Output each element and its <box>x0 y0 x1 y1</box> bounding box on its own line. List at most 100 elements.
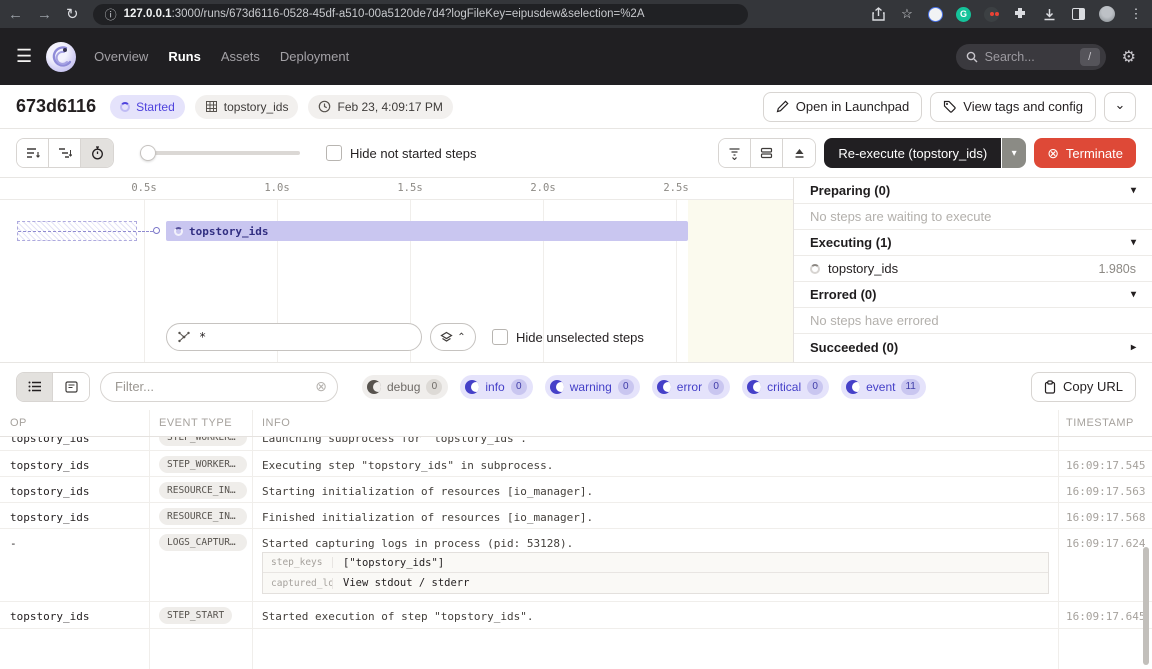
terminate-button[interactable]: ⊗ Terminate <box>1034 138 1136 168</box>
profile-avatar[interactable] <box>1099 6 1115 22</box>
gantt-prep-hatch-bar <box>17 221 137 241</box>
log-structured-view-button[interactable] <box>53 373 89 401</box>
browser-address-bar[interactable]: ⓘ 127.0.0.1:3000/runs/673d6116-0528-45df… <box>93 4 748 25</box>
toggle-knob-icon <box>367 380 381 394</box>
gantt-chart: 0.5s 1.0s 1.5s 2.0s 2.5s topstory_ids ⌃ … <box>0 178 793 363</box>
toggle-knob-icon <box>846 380 860 394</box>
log-level-toggles: debug 0 info 0 warning 0 error 0 critica… <box>362 375 926 399</box>
caret-down-icon: ▾ <box>1131 237 1136 248</box>
downloads-icon[interactable] <box>1041 6 1057 22</box>
gantt-connector-line <box>138 231 153 232</box>
extension-clock-icon[interactable] <box>928 7 943 22</box>
level-toggle-event[interactable]: event 11 <box>841 375 926 399</box>
run-id: 673d6116 <box>16 96 96 117</box>
toggle-knob-icon <box>657 380 671 394</box>
browser-menu-icon[interactable]: ⋮ <box>1128 6 1144 22</box>
chevron-up-icon: ⌃ <box>457 332 465 343</box>
gantt-step-bar[interactable]: topstory_ids <box>166 221 688 241</box>
dagster-logo[interactable] <box>46 42 76 72</box>
log-row[interactable]: topstory_ids RESOURCE_INIT_SUCCESS Finis… <box>0 503 1152 529</box>
global-search[interactable]: Search... / <box>956 44 1106 70</box>
clipboard-icon <box>1044 380 1056 394</box>
share-icon[interactable] <box>870 6 886 22</box>
log-scrollbar-thumb[interactable] <box>1143 547 1149 665</box>
metadata-row: step_keys ["topstory_ids"] <box>263 553 1048 573</box>
section-errored[interactable]: Errored (0) ▾ <box>794 282 1152 308</box>
event-type-badge: RESOURCE_INIT_STARTED <box>159 482 247 499</box>
log-row[interactable]: topstory_ids STEP_WORKER_STARTING Launch… <box>0 437 1152 451</box>
section-preparing[interactable]: Preparing (0) ▾ <box>794 178 1152 204</box>
level-toggle-debug[interactable]: debug 0 <box>362 375 448 399</box>
section-executing[interactable]: Executing (1) ▾ <box>794 230 1152 256</box>
nav-item-overview[interactable]: Overview <box>94 49 148 64</box>
log-row[interactable]: topstory_ids STEP_WORKER_STARTED Executi… <box>0 451 1152 477</box>
nav-item-deployment[interactable]: Deployment <box>280 49 349 64</box>
slider-track <box>140 151 300 155</box>
extension-dark-icon[interactable] <box>984 7 999 22</box>
event-type-badge: STEP_START <box>159 607 232 624</box>
view-stdout-stderr-link[interactable]: View stdout / stderr <box>333 577 479 589</box>
hide-not-started-label: Hide not started steps <box>350 146 476 161</box>
view-timed-button[interactable] <box>81 139 113 167</box>
bookmark-star-icon[interactable]: ☆ <box>899 6 915 22</box>
view-tags-config-button[interactable]: View tags and config <box>930 92 1096 122</box>
log-list-view-button[interactable] <box>17 373 53 401</box>
graph-query-toggle-button[interactable]: ⌃ <box>430 323 476 351</box>
extension-grammarly-icon[interactable]: G <box>956 7 971 22</box>
step-selector-input[interactable] <box>199 330 411 344</box>
copy-url-button[interactable]: Copy URL <box>1031 372 1136 402</box>
metadata-row: captured_logs View stdout / stderr <box>263 573 1048 593</box>
preparing-empty-text: No steps are waiting to execute <box>794 204 1152 230</box>
hide-not-started-checkbox[interactable] <box>326 145 342 161</box>
section-succeeded[interactable]: Succeeded (0) ▸ <box>794 334 1152 360</box>
reexecute-dropdown-button[interactable]: ▾ <box>1002 138 1026 168</box>
view-flat-list-button[interactable] <box>17 139 49 167</box>
log-filter-input[interactable] <box>115 379 315 394</box>
url-host: 127.0.0.1 <box>124 8 172 20</box>
layers-icon <box>440 331 453 344</box>
view-waterfall-button[interactable] <box>49 139 81 167</box>
extensions-puzzle-icon[interactable] <box>1012 6 1028 22</box>
job-grid-icon <box>205 100 218 113</box>
filter-funnel-button[interactable] <box>719 139 751 167</box>
level-toggle-warning[interactable]: warning 0 <box>545 375 640 399</box>
level-count-badge: 11 <box>901 379 919 395</box>
level-toggle-error[interactable]: error 0 <box>652 375 730 399</box>
log-row[interactable]: - LOGS_CAPTURED Started capturing logs i… <box>0 529 1152 602</box>
executing-step-row[interactable]: topstory_ids 1.980s <box>794 256 1152 282</box>
hide-unselected-checkbox[interactable] <box>492 329 508 345</box>
level-toggle-info[interactable]: info 0 <box>460 375 532 399</box>
job-tag[interactable]: topstory_ids <box>195 95 299 119</box>
stopwatch-icon <box>91 146 104 160</box>
step-selector[interactable] <box>166 323 422 351</box>
app-nav-bar: ☰ Overview Runs Assets Deployment Search… <box>0 28 1152 85</box>
site-info-icon[interactable]: ⓘ <box>105 6 117 23</box>
level-toggle-critical[interactable]: critical 0 <box>742 375 829 399</box>
pencil-icon <box>776 100 789 113</box>
clear-filter-icon[interactable]: ⊗ <box>315 378 327 395</box>
eject-icon <box>793 147 806 159</box>
browser-forward-icon[interactable]: → <box>37 7 52 22</box>
browser-reload-icon[interactable]: ↻ <box>66 7 79 22</box>
gantt-view-mode-group <box>16 138 114 168</box>
gantt-zoom-slider[interactable] <box>140 145 300 161</box>
gantt-toolbar: Hide not started steps Re-execute (topst… <box>0 129 1152 178</box>
slider-knob[interactable] <box>140 145 156 161</box>
log-row[interactable]: topstory_ids STEP_START Started executio… <box>0 602 1152 629</box>
expand-rows-button[interactable] <box>751 139 783 167</box>
url-path: :3000/runs/673d6116-0528-45df-a510-00a51… <box>172 8 645 20</box>
run-more-actions-button[interactable]: ⌄ <box>1104 92 1136 122</box>
side-panel-icon[interactable] <box>1070 6 1086 22</box>
reexecute-button[interactable]: Re-execute (topstory_ids) <box>824 138 1001 168</box>
collapse-panel-button[interactable] <box>783 139 815 167</box>
log-row[interactable]: topstory_ids RESOURCE_INIT_STARTED Start… <box>0 477 1152 503</box>
nav-item-runs[interactable]: Runs <box>168 49 201 64</box>
hamburger-menu-icon[interactable]: ☰ <box>16 46 32 67</box>
gantt-filter-group <box>718 138 816 168</box>
nav-item-assets[interactable]: Assets <box>221 49 260 64</box>
open-in-launchpad-button[interactable]: Open in Launchpad <box>763 92 922 122</box>
settings-gear-icon[interactable]: ⚙ <box>1122 47 1136 67</box>
browser-back-icon[interactable]: ← <box>8 7 23 22</box>
tag-icon <box>943 100 956 113</box>
run-status-badge[interactable]: Started <box>110 95 185 119</box>
